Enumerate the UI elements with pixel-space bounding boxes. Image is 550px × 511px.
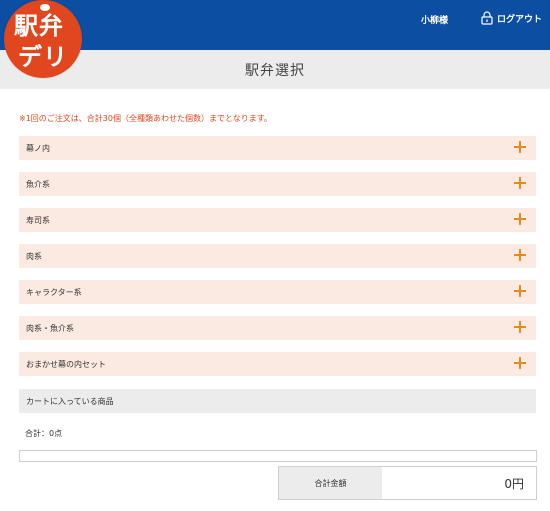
category-label: 幕ノ内 bbox=[26, 144, 50, 153]
plus-icon[interactable] bbox=[514, 177, 526, 189]
logo-text-line2: デリ bbox=[18, 42, 68, 71]
page-title: 駅弁選択 bbox=[245, 63, 305, 79]
category-meat-seafood[interactable]: 肉系・魚介系 bbox=[19, 316, 536, 340]
plus-icon[interactable] bbox=[514, 213, 526, 225]
total-amount-box: 合計金額 0円 bbox=[278, 466, 537, 500]
total-amount-value: 0円 bbox=[504, 477, 524, 491]
cart-total-count: 合計：0点 bbox=[25, 429, 63, 438]
total-amount-label: 合計金額 bbox=[279, 467, 382, 499]
plus-icon[interactable] bbox=[514, 321, 526, 333]
cart-items-box bbox=[19, 450, 537, 462]
category-omakase-set[interactable]: おまかせ幕の内セット bbox=[19, 352, 536, 376]
lock-icon bbox=[481, 11, 493, 25]
category-label: 肉系 bbox=[26, 252, 42, 261]
order-limit-notice: ※1回のご注文は、合計30個（全種類あわせた個数）までとなります。 bbox=[19, 114, 272, 123]
category-character[interactable]: キャラクター系 bbox=[19, 280, 536, 304]
category-sushi[interactable]: 寿司系 bbox=[19, 208, 536, 232]
category-label: 肉系・魚介系 bbox=[26, 324, 74, 333]
plus-icon[interactable] bbox=[514, 141, 526, 153]
plus-icon[interactable] bbox=[514, 285, 526, 297]
category-seafood[interactable]: 魚介系 bbox=[19, 172, 536, 196]
title-bar: 駅弁選択 bbox=[0, 50, 550, 89]
cart-header-label: カートに入っている商品 bbox=[26, 397, 114, 406]
category-label: キャラクター系 bbox=[26, 288, 82, 297]
plus-icon[interactable] bbox=[514, 249, 526, 261]
logout-button[interactable]: ログアウト bbox=[481, 10, 542, 26]
category-meat[interactable]: 肉系 bbox=[19, 244, 536, 268]
category-label: 寿司系 bbox=[26, 216, 50, 225]
top-header: 小柳様 ログアウト bbox=[0, 0, 550, 50]
category-makunouchi[interactable]: 幕ノ内 bbox=[19, 136, 536, 160]
site-logo[interactable]: 駅弁 デリ bbox=[4, 0, 82, 78]
logo-text-line1: 駅弁 bbox=[14, 11, 64, 40]
plus-icon[interactable] bbox=[514, 357, 526, 369]
logout-label: ログアウト bbox=[497, 14, 543, 25]
category-label: 魚介系 bbox=[26, 180, 50, 189]
category-label: おまかせ幕の内セット bbox=[26, 360, 106, 369]
user-name: 小柳様 bbox=[421, 16, 449, 26]
cart-header: カートに入っている商品 bbox=[19, 389, 536, 413]
